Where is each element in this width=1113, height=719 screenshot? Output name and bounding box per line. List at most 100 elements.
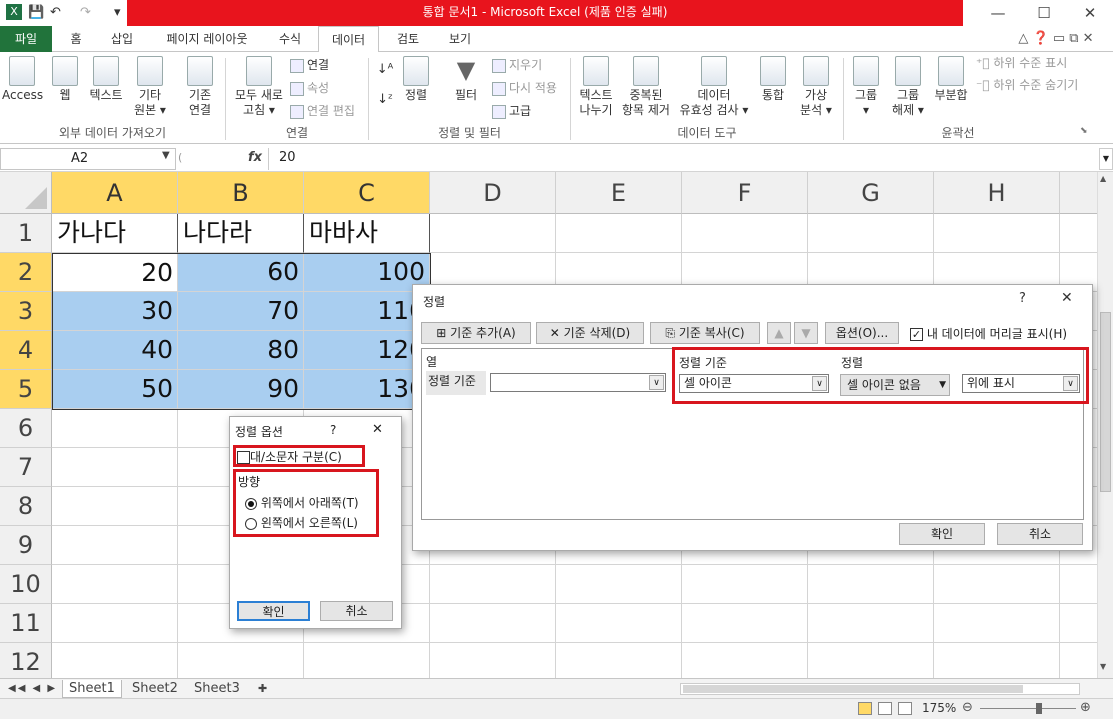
horizontal-scrollbar[interactable]	[680, 683, 1080, 695]
maximize-button[interactable]: ☐	[1021, 0, 1067, 26]
customize-qat-icon[interactable]: ▾	[114, 4, 121, 22]
column-header-d[interactable]: D	[430, 172, 556, 214]
case-sensitive-checkbox[interactable]	[237, 451, 250, 464]
copy-level-button[interactable]: ⎘ 기준 복사(C)	[650, 322, 760, 344]
namebox-dropdown-icon[interactable]: ▼	[162, 150, 170, 161]
properties-button[interactable]: 속성	[290, 81, 329, 96]
cell-a1[interactable]: 가나다	[52, 214, 178, 253]
move-up-button[interactable]: ▲	[767, 322, 791, 344]
row-header-5[interactable]: 5	[0, 370, 52, 409]
formula-input[interactable]: 20	[268, 148, 1096, 170]
existing-connections-button[interactable]: 기존 연결	[180, 56, 220, 118]
row-header-10[interactable]: 10	[0, 565, 52, 604]
page-layout-view-icon[interactable]	[878, 702, 892, 715]
data-validation-button[interactable]: 데이터 유효성 검사 ▾	[676, 56, 752, 118]
scroll-thumb[interactable]	[1100, 312, 1111, 492]
row-header-9[interactable]: 9	[0, 526, 52, 565]
cell-b2[interactable]: 60	[178, 253, 304, 292]
cell-a3[interactable]: 30	[52, 292, 178, 331]
sort-on-select[interactable]: 셀 아이콘 ∨	[679, 374, 829, 393]
sort-ok-button[interactable]: 확인	[899, 523, 985, 545]
left-to-right-radio[interactable]	[245, 517, 257, 530]
row-header-1[interactable]: 1	[0, 214, 52, 253]
from-access-button[interactable]: Access	[2, 56, 43, 103]
cell-b5[interactable]: 90	[178, 370, 304, 409]
sheet-tab-2[interactable]: Sheet2	[126, 680, 184, 698]
cell-a5[interactable]: 50	[52, 370, 178, 409]
tab-data[interactable]: 데이터	[318, 26, 379, 53]
row-header-12[interactable]: 12	[0, 643, 52, 678]
tab-file[interactable]: 파일	[0, 26, 52, 52]
tab-formulas[interactable]: 수식	[270, 26, 310, 52]
column-header-e[interactable]: E	[556, 172, 682, 214]
undo-icon[interactable]: ↶	[50, 4, 61, 22]
options-cancel-button[interactable]: 취소	[320, 601, 393, 621]
filter-button[interactable]: ▼ 필터	[446, 56, 486, 103]
delete-level-button[interactable]: ✕ 기준 삭제(D)	[536, 322, 644, 344]
icon-select[interactable]: 셀 아이콘 없음 ▼	[840, 374, 950, 396]
vertical-scrollbar[interactable]: ▲ ▼	[1097, 172, 1113, 678]
row-header-7[interactable]: 7	[0, 448, 52, 487]
top-to-bottom-option[interactable]: 위쪽에서 아래쪽(T)	[245, 494, 359, 511]
expand-formula-icon[interactable]: ▼	[1099, 148, 1113, 170]
header-checkbox[interactable]: ✓	[910, 328, 923, 341]
scroll-up-icon[interactable]: ▲	[1100, 174, 1106, 183]
cell-b4[interactable]: 80	[178, 331, 304, 370]
sort-button[interactable]: 정렬	[398, 56, 434, 103]
case-sensitive-row[interactable]: 대/소문자 구분(C)	[237, 448, 342, 465]
help-icon[interactable]: ?	[1019, 291, 1026, 306]
close-window-button[interactable]: ✕	[1067, 0, 1113, 26]
reapply-button[interactable]: 다시 적용	[492, 81, 557, 96]
add-level-button[interactable]: ⊞ 기준 추가(A)	[421, 322, 531, 344]
zoom-out-icon[interactable]: ⊖	[962, 700, 973, 715]
zoom-level[interactable]: 175%	[922, 701, 956, 715]
cell-c1[interactable]: 마바사	[304, 214, 430, 253]
from-text-button[interactable]: 텍스트	[84, 56, 128, 103]
normal-view-icon[interactable]	[858, 702, 872, 715]
name-box[interactable]: A2	[0, 148, 176, 170]
close-icon[interactable]: ✕	[372, 422, 383, 437]
connections-button[interactable]: 연결	[290, 58, 329, 73]
edit-links-button[interactable]: 연결 편집	[290, 104, 355, 119]
column-header-f[interactable]: F	[682, 172, 808, 214]
move-down-button[interactable]: ▼	[794, 322, 818, 344]
consolidate-button[interactable]: 통합	[754, 56, 792, 103]
what-if-button[interactable]: 가상 분석 ▾	[794, 56, 838, 118]
left-to-right-option[interactable]: 왼쪽에서 오른쪽(L)	[245, 514, 358, 531]
row-header-11[interactable]: 11	[0, 604, 52, 643]
sheet-tab-1[interactable]: Sheet1	[62, 680, 122, 698]
column-header-b[interactable]: B	[178, 172, 304, 214]
sheet-tab-3[interactable]: Sheet3	[188, 680, 246, 698]
column-header-g[interactable]: G	[808, 172, 934, 214]
row-header-8[interactable]: 8	[0, 487, 52, 526]
ribbon-controls[interactable]: △ ❓ ▭ ⧉ ✕	[1006, 26, 1106, 52]
h-scroll-thumb[interactable]	[683, 685, 1023, 693]
zoom-slider-handle[interactable]	[1036, 703, 1042, 714]
header-checkbox-row[interactable]: ✓ 내 데이터에 머리글 표시(H)	[910, 325, 1067, 342]
help-icon[interactable]: ?	[330, 423, 336, 437]
select-all-corner[interactable]	[0, 172, 52, 214]
cell-b3[interactable]: 70	[178, 292, 304, 331]
scroll-down-icon[interactable]: ▼	[1100, 662, 1106, 671]
hide-detail-button[interactable]: ⁻⃞ 하위 수준 숨기기	[976, 78, 1078, 93]
cell-a2[interactable]: 20	[52, 253, 178, 292]
order-select[interactable]: 위에 표시 ∨	[962, 374, 1080, 393]
tab-home[interactable]: 홈	[62, 26, 90, 52]
cell-a4[interactable]: 40	[52, 331, 178, 370]
row-header-3[interactable]: 3	[0, 292, 52, 331]
tab-review[interactable]: 검토	[388, 26, 428, 52]
ungroup-button[interactable]: 그룹 해제 ▾	[888, 56, 928, 118]
tab-page-layout[interactable]: 페이지 레이아웃	[154, 26, 260, 52]
column-header-c[interactable]: C	[304, 172, 430, 214]
clear-button[interactable]: 지우기	[492, 58, 542, 73]
text-to-columns-button[interactable]: 텍스트 나누기	[574, 56, 618, 118]
show-detail-button[interactable]: ⁺⃞ 하위 수준 표시	[976, 56, 1067, 71]
options-button[interactable]: 옵션(O)...	[825, 322, 899, 344]
column-select[interactable]: ∨	[490, 373, 666, 392]
fx-icon[interactable]: fx	[248, 148, 262, 168]
refresh-all-button[interactable]: 모두 새로 고침 ▾	[230, 56, 288, 118]
page-break-view-icon[interactable]	[898, 702, 912, 715]
column-header-a[interactable]: A	[52, 172, 178, 214]
save-icon[interactable]: 💾	[28, 4, 44, 22]
new-sheet-icon[interactable]: ✚	[252, 680, 273, 698]
